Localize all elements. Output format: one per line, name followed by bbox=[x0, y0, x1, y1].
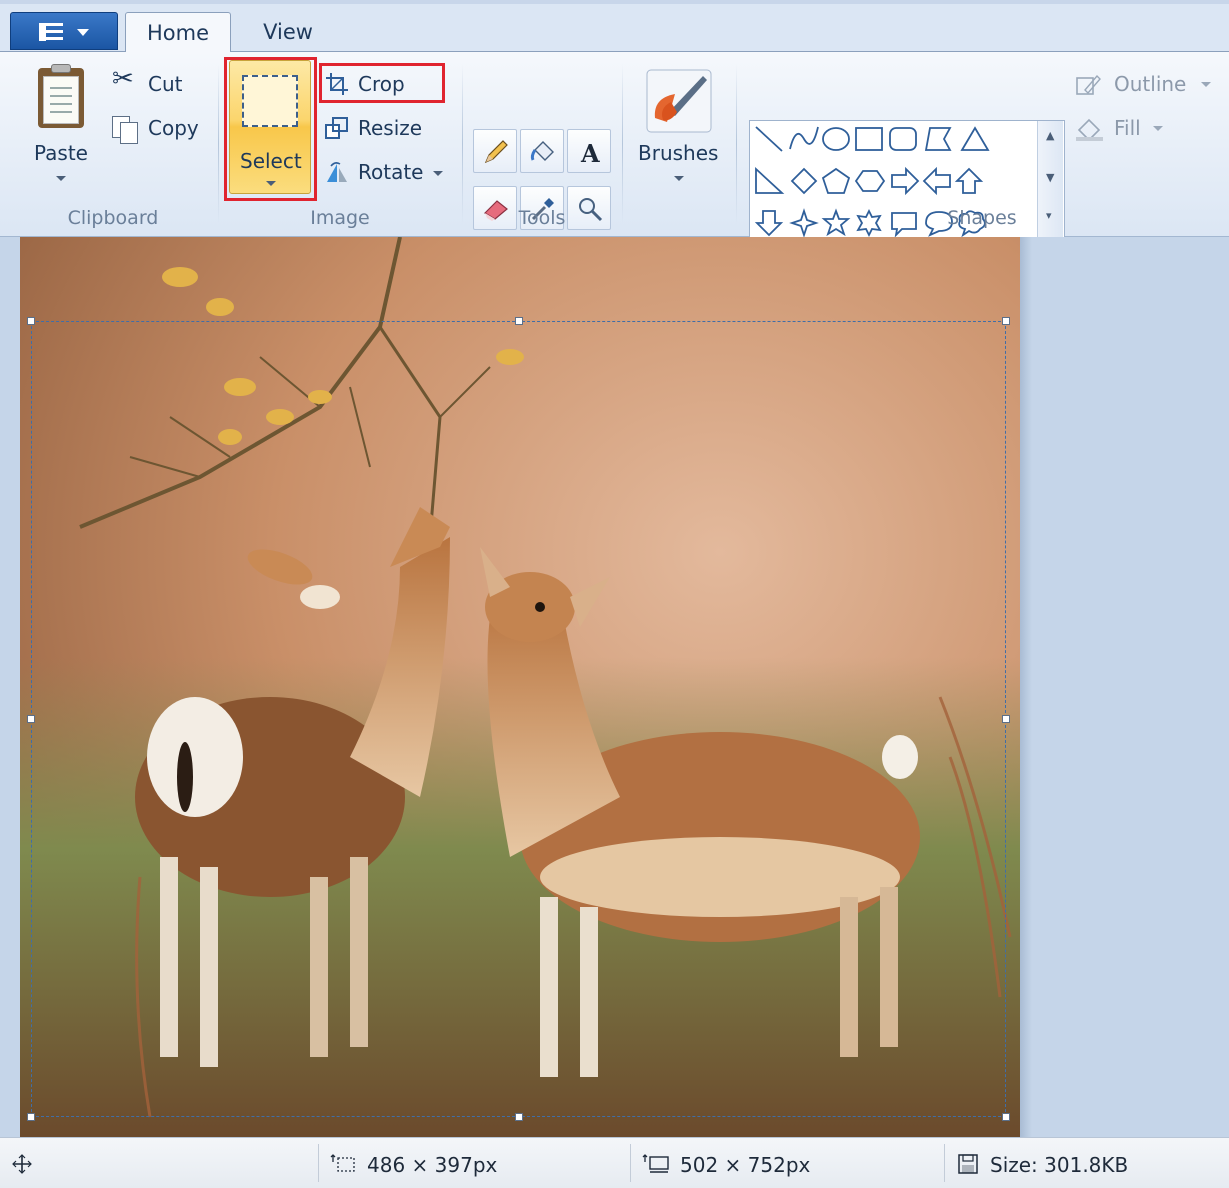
down-arrow-shape-icon bbox=[754, 210, 784, 237]
right-arrow-shape-icon bbox=[891, 166, 920, 196]
highlight-crop bbox=[319, 63, 445, 103]
five-point-star-shape-icon bbox=[821, 208, 851, 237]
resize-icon bbox=[325, 117, 348, 139]
fill-bucket-icon bbox=[530, 141, 554, 161]
highlight-select bbox=[224, 57, 317, 201]
selection-handle-e[interactable] bbox=[1002, 715, 1010, 723]
brushes-button[interactable]: Brushes bbox=[632, 60, 726, 194]
fill-tool[interactable] bbox=[520, 129, 564, 173]
rectangle-shape-icon bbox=[855, 127, 883, 151]
copy-icon bbox=[110, 116, 140, 144]
save-disk-icon bbox=[958, 1154, 978, 1174]
chevron-down-icon bbox=[77, 29, 89, 36]
fill-button[interactable]: Fill bbox=[1114, 116, 1141, 140]
clipboard-icon bbox=[38, 64, 84, 128]
outline-icon bbox=[1076, 74, 1101, 95]
right-triangle-shape-icon bbox=[755, 166, 785, 194]
selection-size-icon bbox=[330, 1154, 355, 1172]
selection-handle-se[interactable] bbox=[1002, 1113, 1010, 1121]
four-point-star-shape-icon bbox=[789, 208, 819, 238]
text-tool[interactable]: A bbox=[567, 129, 611, 173]
image-size-text: 502 × 752px bbox=[680, 1153, 811, 1177]
rounded-rectangle-shape-icon bbox=[889, 127, 917, 151]
group-label-shapes: Shapes bbox=[947, 207, 1017, 229]
selection-handle-w[interactable] bbox=[27, 715, 35, 723]
selection-size-text: 486 × 397px bbox=[367, 1153, 498, 1177]
outline-button[interactable]: Outline bbox=[1114, 72, 1186, 96]
rotate-button[interactable]: Rotate bbox=[358, 160, 423, 184]
scissors-icon: ✂ bbox=[112, 64, 134, 94]
oval-shape-icon bbox=[822, 127, 850, 151]
polygon-shape-icon bbox=[924, 127, 952, 151]
pencil-tool[interactable] bbox=[473, 129, 517, 173]
selection-handle-n[interactable] bbox=[515, 317, 523, 325]
group-label-clipboard: Clipboard bbox=[67, 207, 159, 229]
rounded-callout-shape-icon bbox=[891, 212, 917, 238]
canvas-workspace bbox=[0, 237, 1229, 1137]
rotate-icon bbox=[327, 162, 347, 182]
scroll-up-icon[interactable]: ▲ bbox=[1046, 129, 1054, 142]
paint-window: Home View Paste ✂ Cut Copy Clipboard Sel… bbox=[0, 0, 1229, 1188]
chevron-down-icon bbox=[674, 176, 684, 181]
group-label-tools: Tools bbox=[518, 207, 566, 229]
scroll-down-icon[interactable]: ▼ bbox=[1046, 171, 1054, 184]
paste-label: Paste bbox=[34, 141, 88, 165]
svg-text:A: A bbox=[580, 139, 600, 166]
up-arrow-shape-icon bbox=[954, 167, 984, 194]
image-canvas[interactable] bbox=[20, 237, 1020, 1137]
pencil-icon bbox=[484, 140, 508, 164]
file-size-text: Size: 301.8KB bbox=[990, 1153, 1129, 1177]
selection-handle-s[interactable] bbox=[515, 1113, 523, 1121]
selection-handle-sw[interactable] bbox=[27, 1113, 35, 1121]
fill-icon bbox=[1076, 118, 1103, 142]
tab-view[interactable]: View bbox=[248, 12, 328, 53]
pentagon-shape-icon bbox=[821, 167, 851, 194]
gallery-expand-icon[interactable]: ▾ bbox=[1046, 209, 1052, 222]
hexagon-shape-icon bbox=[854, 170, 886, 192]
status-bar: 486 × 397px 502 × 752px Size: 301.8KB bbox=[0, 1137, 1229, 1188]
ribbon-tab-bar: Home View bbox=[0, 0, 1229, 54]
chevron-down-icon bbox=[1201, 82, 1211, 87]
ribbon: Paste ✂ Cut Copy Clipboard Select Crop R… bbox=[0, 52, 1229, 242]
cut-button[interactable]: Cut bbox=[148, 72, 182, 96]
app-menu-button[interactable] bbox=[10, 12, 118, 50]
group-label-image: Image bbox=[310, 207, 370, 229]
resize-button[interactable]: Resize bbox=[358, 116, 422, 140]
cursor-position-icon bbox=[12, 1154, 32, 1174]
copy-button[interactable]: Copy bbox=[148, 116, 199, 140]
line-shape-icon bbox=[755, 126, 783, 152]
tab-home[interactable]: Home bbox=[125, 12, 231, 54]
selection-handle-ne[interactable] bbox=[1002, 317, 1010, 325]
text-icon: A bbox=[580, 139, 600, 166]
image-size-icon bbox=[642, 1154, 669, 1173]
curve-shape-icon bbox=[789, 126, 819, 150]
app-menu-icon bbox=[39, 23, 63, 41]
diamond-shape-icon bbox=[790, 167, 818, 195]
triangle-shape-icon bbox=[960, 126, 990, 151]
brush-icon bbox=[646, 69, 712, 133]
brushes-label: Brushes bbox=[638, 141, 719, 165]
chevron-down-icon bbox=[1153, 126, 1163, 131]
selection-rectangle[interactable] bbox=[31, 321, 1006, 1117]
selection-handle-nw[interactable] bbox=[27, 317, 35, 325]
left-arrow-shape-icon bbox=[922, 166, 951, 196]
paste-button[interactable]: Paste bbox=[26, 60, 98, 194]
chevron-down-icon bbox=[433, 171, 443, 176]
six-point-star-shape-icon bbox=[856, 208, 882, 238]
chevron-down-icon bbox=[56, 176, 66, 181]
